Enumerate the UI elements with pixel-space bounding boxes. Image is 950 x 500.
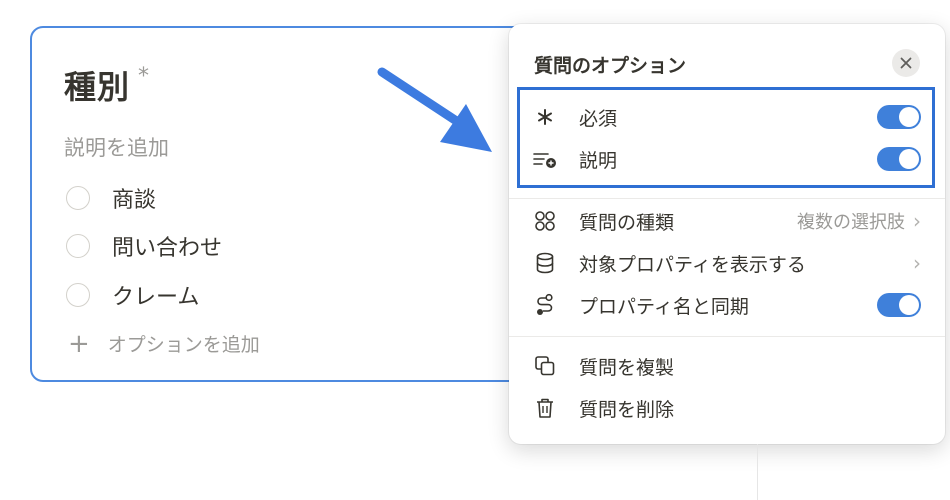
trash-icon — [533, 396, 557, 420]
question-type-value: 複数の選択肢 — [797, 212, 905, 233]
menu-item-label: 質問を複製 — [579, 356, 675, 379]
sync-path-icon — [533, 293, 557, 317]
menu-item-show-property[interactable]: 対象プロパティを表示する › — [533, 248, 921, 278]
database-icon — [533, 251, 557, 275]
description-placeholder[interactable]: 説明を追加 — [64, 132, 169, 162]
divider — [509, 198, 945, 199]
four-circles-icon — [533, 209, 557, 233]
radio-button[interactable] — [66, 283, 90, 307]
option-item[interactable]: 商談 — [66, 183, 156, 213]
menu-item-required[interactable]: 必須 — [533, 102, 921, 132]
question-options-menu: 質問のオプション 必須 説明 質問の種類 複数の選択肢 › 対象プロパティを表示… — [509, 24, 945, 444]
menu-item-label: 質問の種類 — [579, 211, 675, 234]
chevron-right-icon: › — [913, 209, 921, 233]
menu-item-question-type[interactable]: 質問の種類 複数の選択肢 › — [533, 206, 921, 236]
required-mark: * — [138, 64, 149, 89]
description-toggle[interactable] — [877, 147, 921, 171]
background-divider — [757, 444, 758, 500]
menu-item-description[interactable]: 説明 — [533, 144, 921, 174]
option-item[interactable]: 問い合わせ — [66, 231, 222, 261]
question-title[interactable]: 種別 — [64, 62, 130, 108]
menu-item-duplicate[interactable]: 質問を複製 — [533, 351, 921, 381]
option-label: クレーム — [112, 285, 200, 310]
close-icon — [900, 57, 912, 69]
asterisk-icon — [533, 105, 557, 129]
menu-item-delete[interactable]: 質問を削除 — [533, 393, 921, 423]
menu-item-label: 対象プロパティを表示する — [579, 253, 806, 276]
menu-item-sync-property[interactable]: プロパティ名と同期 — [533, 290, 921, 320]
divider — [509, 336, 945, 337]
menu-item-label: 質問を削除 — [579, 398, 675, 421]
duplicate-icon — [533, 354, 557, 378]
lines-plus-icon — [533, 147, 557, 171]
option-label: 問い合わせ — [112, 236, 223, 261]
add-option-label: オプションを追加 — [107, 334, 260, 356]
menu-title: 質問のオプション — [534, 55, 687, 77]
radio-button[interactable] — [66, 234, 90, 258]
menu-item-label: 必須 — [579, 107, 618, 130]
option-item[interactable]: クレーム — [66, 280, 199, 310]
menu-item-label: 説明 — [579, 149, 618, 172]
radio-button[interactable] — [66, 186, 90, 210]
add-option-button[interactable]: + オプションを追加 — [68, 330, 260, 357]
option-label: 商談 — [112, 188, 157, 213]
close-button[interactable] — [892, 49, 920, 77]
chevron-right-icon: › — [913, 251, 921, 275]
plus-icon: + — [68, 328, 90, 359]
menu-item-label: プロパティ名と同期 — [579, 295, 749, 318]
sync-property-toggle[interactable] — [877, 293, 921, 317]
required-toggle[interactable] — [877, 105, 921, 129]
annotation-arrow-icon — [377, 67, 492, 152]
